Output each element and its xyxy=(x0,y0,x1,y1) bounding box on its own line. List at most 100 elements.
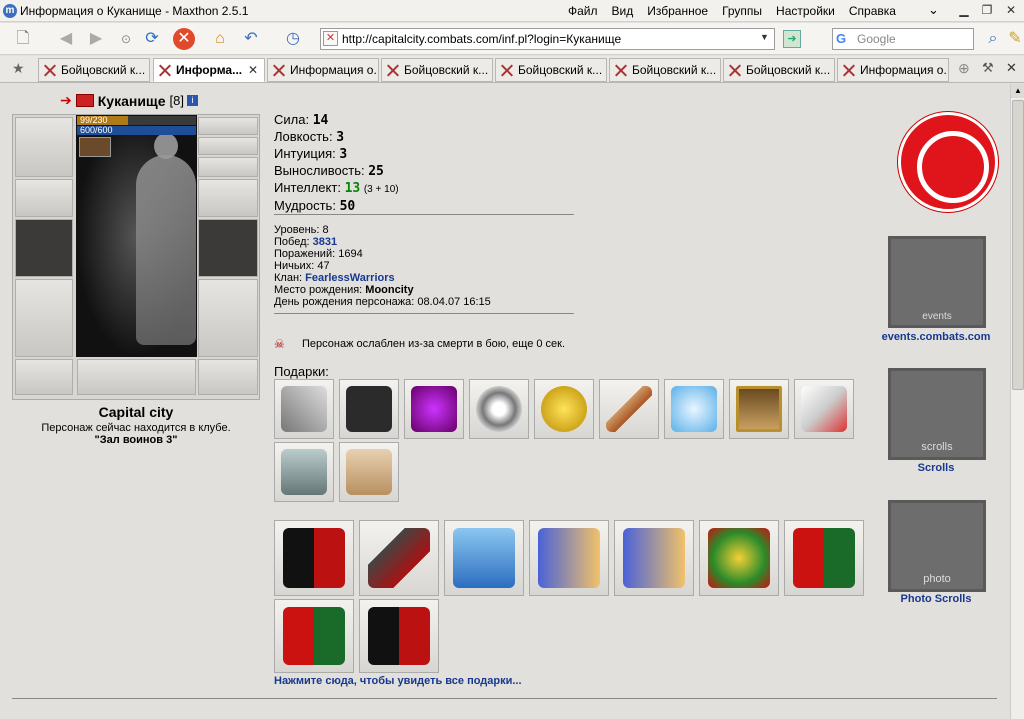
helmet-slot[interactable] xyxy=(15,117,73,177)
address-dropdown-icon[interactable]: ▼ xyxy=(760,32,769,42)
combats-tab-icon xyxy=(728,64,741,77)
gift-painting[interactable] xyxy=(729,379,789,439)
gift-amulet[interactable] xyxy=(534,379,594,439)
history-icon[interactable]: ◷ xyxy=(282,28,304,50)
search-icon[interactable]: ⌕ xyxy=(982,28,1004,50)
tab-5[interactable]: Бойцовский к... xyxy=(495,58,607,82)
search-input[interactable]: Google xyxy=(832,28,974,50)
home-icon[interactable]: ⌂ xyxy=(209,28,231,50)
window-title: Информация о Куканище - Maxthon 2.5.1 xyxy=(20,4,249,18)
scrolls-link[interactable]: Scrolls xyxy=(866,462,1006,474)
combats-tab-icon xyxy=(500,64,513,77)
tools-icon[interactable]: ⚒ xyxy=(982,60,994,76)
gift-potions[interactable] xyxy=(404,379,464,439)
favorites-star-icon[interactable]: ★ xyxy=(12,60,25,77)
events-link[interactable]: events.combats.com xyxy=(866,331,1006,343)
gift-bag-red-2[interactable] xyxy=(274,599,354,673)
gift-bag-red[interactable] xyxy=(784,520,864,596)
boots-slot[interactable] xyxy=(198,359,258,395)
tab-2-active[interactable]: Информа... ✕ xyxy=(153,58,265,82)
gift-bag-black-2[interactable] xyxy=(359,599,439,673)
stat-agility: Ловкость: 3 xyxy=(274,129,399,146)
gift-bag-black[interactable] xyxy=(274,520,354,596)
restore-icon[interactable]: ❐ xyxy=(978,2,996,18)
menu-file[interactable]: Файл xyxy=(568,4,598,18)
gloves-slot[interactable] xyxy=(198,179,258,217)
gift-vaseline[interactable] xyxy=(794,379,854,439)
dropdown-icon[interactable]: ⊙ xyxy=(115,28,137,50)
tab-1[interactable]: Бойцовский к... xyxy=(38,58,150,82)
detail-label: Клан: xyxy=(274,272,303,284)
address-bar[interactable]: http://capitalcity.combats.com/inf.pl?lo… xyxy=(320,28,775,50)
earring-slot[interactable] xyxy=(198,117,258,135)
gift-gifts-blue-2[interactable] xyxy=(614,520,694,596)
new-tab-icon[interactable]: ⊕ xyxy=(958,60,970,77)
photo-banner[interactable]: photo xyxy=(888,500,986,592)
amulet-slot[interactable] xyxy=(198,137,258,155)
rings-slot[interactable] xyxy=(198,157,258,177)
gift-paper[interactable] xyxy=(339,442,399,502)
wins-link[interactable]: 3831 xyxy=(313,236,337,248)
clan-link[interactable]: FearlessWarriors xyxy=(305,272,394,284)
tab-6[interactable]: Бойцовский к... xyxy=(609,58,721,82)
weapon-slot[interactable] xyxy=(15,219,73,277)
forward-icon[interactable]: ▶ xyxy=(85,28,107,50)
highlight-icon[interactable]: ✎ xyxy=(1004,28,1024,50)
close-icon[interactable]: ✕ xyxy=(1002,2,1020,18)
stop-icon[interactable]: ✕ xyxy=(173,28,195,50)
gift-statue[interactable] xyxy=(274,442,334,502)
detail-label: Побед: xyxy=(274,236,310,248)
refresh-icon[interactable]: ⟳ xyxy=(141,28,163,50)
new-page-icon[interactable]: 🗋 xyxy=(12,28,34,50)
tab-4[interactable]: Бойцовский к... xyxy=(381,58,493,82)
maxthon-icon: m xyxy=(3,4,17,18)
bracers-slot[interactable] xyxy=(15,179,73,217)
chevron-down-icon[interactable]: ⌄ xyxy=(928,2,939,18)
info-icon[interactable]: i xyxy=(187,95,198,106)
scrolls-banner[interactable]: scrolls xyxy=(888,368,986,460)
menu-help[interactable]: Справка xyxy=(849,4,896,18)
tab-close-icon[interactable]: ✕ xyxy=(248,59,258,81)
menu-settings[interactable]: Настройки xyxy=(776,4,835,18)
tab-bar: ★ Бойцовский к... Информа... ✕ Информация… xyxy=(0,56,1024,83)
combats-emblem[interactable] xyxy=(898,112,998,212)
gift-card-2009[interactable] xyxy=(444,520,524,596)
photo-banner-text: photo xyxy=(923,573,951,585)
events-banner[interactable]: events xyxy=(888,236,986,328)
gift-spoon[interactable] xyxy=(359,520,439,596)
back-icon[interactable]: ◀ xyxy=(55,28,77,50)
gift-weapons[interactable] xyxy=(274,379,334,439)
gift-present-green[interactable] xyxy=(699,520,779,596)
clan-flag-icon[interactable] xyxy=(75,94,94,107)
belt-items-slot[interactable] xyxy=(77,359,196,395)
tab-8[interactable]: Информация о... xyxy=(837,58,949,82)
menu-groups[interactable]: Группы xyxy=(722,4,762,18)
gift-gifts-blue[interactable] xyxy=(529,520,609,596)
scroll-up-icon[interactable]: ▲ xyxy=(1011,84,1024,98)
gift-cloak[interactable] xyxy=(339,379,399,439)
page-content: ➔ Куканище [8] i 99/230 600/600 Capital … xyxy=(0,84,1010,719)
gift-snowflake[interactable] xyxy=(664,379,724,439)
toolbar: 🗋 ◀ ▶ ⊙ ⟳ ✕ ⌂ ↶ ◷ http://capitalcity.com… xyxy=(0,23,1024,55)
scroll-thumb[interactable] xyxy=(1012,100,1024,390)
undo-icon[interactable]: ↶ xyxy=(240,28,262,50)
leggings-slot[interactable] xyxy=(198,279,258,357)
gift-bearing[interactable] xyxy=(469,379,529,439)
trauma-icon: ☠ xyxy=(274,337,285,351)
buff-icon[interactable] xyxy=(79,137,111,157)
belt-slot[interactable] xyxy=(15,359,73,395)
all-gifts-link[interactable]: Нажмите сюда, чтобы увидеть все подарки.… xyxy=(274,675,522,687)
minimize-icon[interactable]: ▁ xyxy=(955,2,973,18)
tab-3[interactable]: Информация о... xyxy=(267,58,379,82)
go-icon[interactable]: ➜ xyxy=(783,30,801,48)
shield-slot[interactable] xyxy=(198,219,258,277)
menu-view[interactable]: Вид xyxy=(612,4,634,18)
close-tab-icon[interactable]: ✕ xyxy=(1006,60,1017,76)
gift-broom[interactable] xyxy=(599,379,659,439)
vertical-scrollbar[interactable]: ▲ xyxy=(1010,84,1024,719)
photo-scrolls-link[interactable]: Photo Scrolls xyxy=(866,593,1006,605)
menu-favorites[interactable]: Избранное xyxy=(647,4,708,18)
stat-intellect: Интеллект: 13 (3 + 10) xyxy=(274,180,399,198)
armor-slot[interactable] xyxy=(15,279,73,357)
tab-7[interactable]: Бойцовский к... xyxy=(723,58,835,82)
